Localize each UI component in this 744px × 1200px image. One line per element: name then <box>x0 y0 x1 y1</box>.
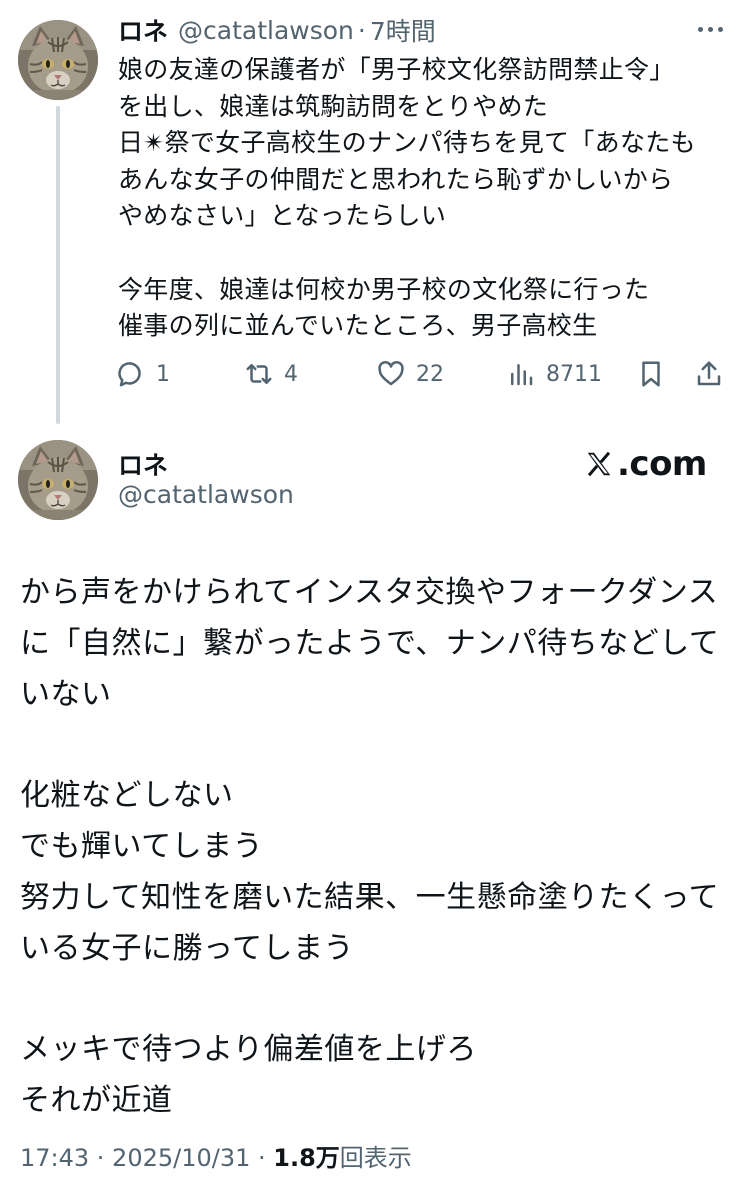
repost-count: 4 <box>284 361 298 387</box>
tweet-text: 娘の友達の保護者が「男子校文化祭訪問禁止令」 を出し、娘達は筑駒訪問をとりやめた… <box>118 55 696 341</box>
timestamp[interactable]: 7時間 <box>370 12 436 48</box>
tweet-footer: 17:43 · 2025/10/31 · 1.8万回表示 <box>20 1138 412 1173</box>
reply-button[interactable]: 1 <box>116 354 170 394</box>
more-icon[interactable] <box>690 14 730 44</box>
x-com-brand: .com <box>584 444 707 484</box>
share-icon <box>697 361 721 386</box>
like-count: 22 <box>416 361 444 387</box>
reply-count: 1 <box>156 361 170 387</box>
footer-timestamp[interactable]: 17:43 · 2025/10/31 · <box>20 1144 273 1172</box>
bookmark-button[interactable] <box>636 354 666 394</box>
footer-view-label: 回表示 <box>339 1144 412 1172</box>
action-bar: 1 4 22 8711 <box>116 354 736 394</box>
thread-line <box>56 106 60 424</box>
cat-avatar-image <box>18 440 98 520</box>
like-button[interactable]: 22 <box>376 354 444 394</box>
share-button[interactable] <box>694 354 724 394</box>
brand-text: .com <box>617 444 707 484</box>
avatar[interactable] <box>18 20 98 100</box>
repost-button[interactable]: 4 <box>244 354 298 394</box>
first-tweet: ロネ @catatlawson · 7時間 娘の友達の保護者が「男子校文化祭訪問… <box>0 0 744 424</box>
views-icon <box>511 364 533 386</box>
x-logo-icon <box>587 451 611 477</box>
user-handle[interactable]: @catatlawson <box>178 16 354 45</box>
tweet-header: ロネ @catatlawson · 7時間 <box>118 12 436 48</box>
reply-icon <box>118 362 141 387</box>
footer-view-number: 1.8万 <box>273 1144 340 1172</box>
display-name[interactable]: ロネ <box>118 446 168 482</box>
separator-dot: · <box>357 15 366 45</box>
views-button[interactable]: 8711 <box>506 354 602 394</box>
view-count: 8711 <box>546 361 602 387</box>
like-icon <box>378 360 404 386</box>
display-name[interactable]: ロネ <box>118 12 168 48</box>
cat-avatar-image <box>18 20 98 100</box>
avatar[interactable] <box>18 440 98 520</box>
user-handle[interactable]: @catatlawson <box>118 480 294 509</box>
repost-icon <box>246 364 272 384</box>
bookmark-icon <box>642 361 660 387</box>
tweet-text: から声をかけられてインスタ交換やフォークダンス に「自然に」繋がったようで、ナン… <box>20 575 720 1118</box>
